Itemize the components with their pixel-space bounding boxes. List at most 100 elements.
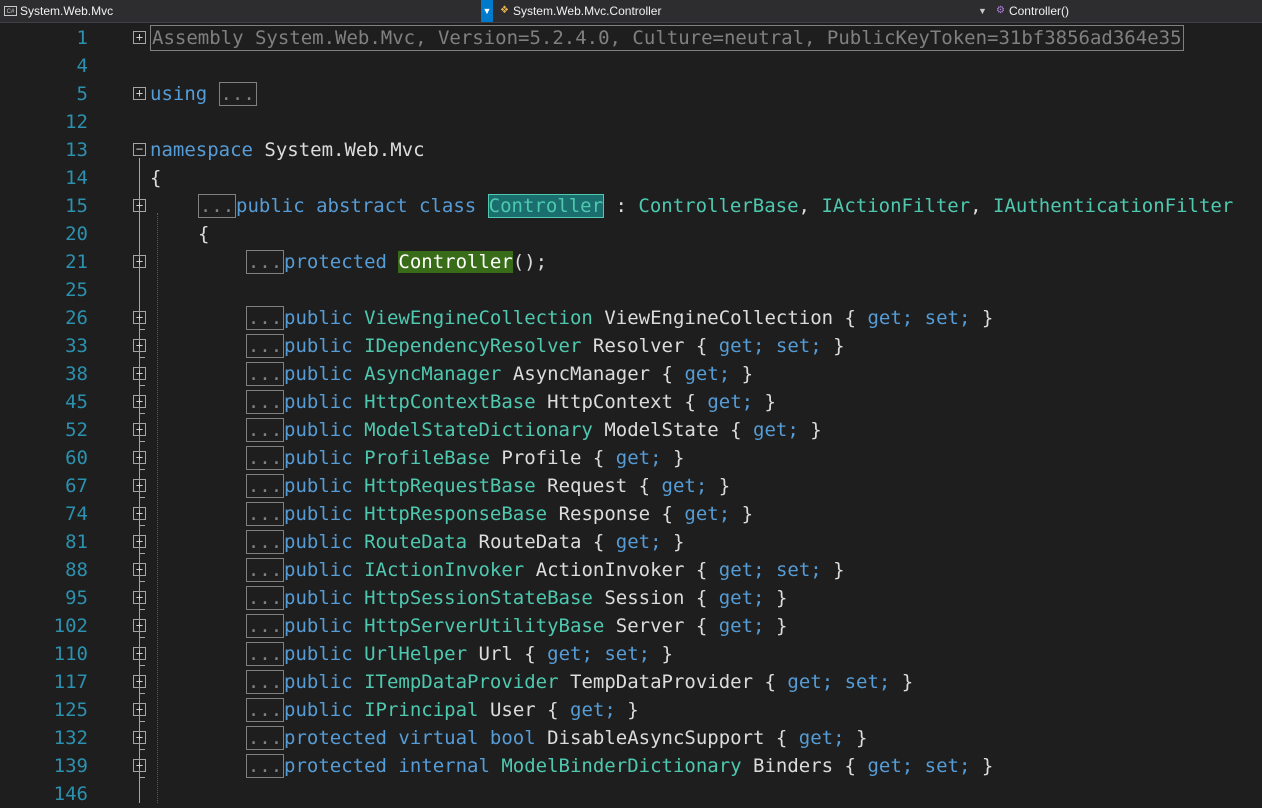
collapsed-doc-comment[interactable]: ... (246, 389, 284, 414)
member-name[interactable]: Session (604, 587, 684, 609)
collapsed-doc-comment[interactable]: ... (246, 697, 284, 722)
expand-icon[interactable]: + (133, 367, 146, 380)
expand-icon[interactable]: + (133, 507, 146, 520)
interface-name[interactable]: IActionFilter (821, 195, 970, 217)
member-name[interactable]: Response (559, 503, 651, 525)
expand-icon[interactable]: + (133, 199, 146, 212)
code-line: 132 + ...protected virtual bool DisableAsy… (0, 724, 1262, 752)
collapsed-doc-comment[interactable]: ... (246, 725, 284, 750)
member-type[interactable]: HttpSessionStateBase (364, 587, 593, 609)
project-dropdown[interactable]: C# System.Web.Mvc (4, 0, 113, 22)
line-number: 4 (76, 55, 88, 77)
member-name[interactable]: ActionInvoker (536, 559, 685, 581)
collapsed-doc-comment[interactable]: ... (246, 305, 284, 330)
expand-icon[interactable]: + (133, 675, 146, 688)
expand-icon[interactable]: + (133, 759, 146, 772)
accessors: get; set; (867, 755, 971, 777)
expand-icon[interactable]: + (133, 395, 146, 408)
expand-icon[interactable]: + (133, 451, 146, 464)
collapsed-doc-comment[interactable]: ... (246, 641, 284, 666)
member-name[interactable]: Url (479, 643, 513, 665)
collapsed-doc-comment[interactable]: ... (198, 193, 236, 218)
member-type[interactable]: RouteData (364, 531, 467, 553)
member-type[interactable]: ITempDataProvider (364, 671, 558, 693)
type-label: System.Web.Mvc.Controller (512, 4, 662, 18)
outline-tick (140, 693, 145, 694)
member-dropdown[interactable]: ⚙ Controller() (996, 0, 1069, 22)
member-type[interactable]: HttpRequestBase (364, 475, 536, 497)
collapsed-doc-comment[interactable]: ... (246, 417, 284, 442)
expand-icon[interactable]: + (133, 339, 146, 352)
expand-icon[interactable]: + (133, 423, 146, 436)
member-type[interactable]: HttpServerUtilityBase (364, 615, 604, 637)
type-dropdown[interactable]: ❖ System.Web.Mvc.Controller (500, 0, 661, 22)
expand-icon[interactable]: + (133, 31, 146, 44)
member-type[interactable]: UrlHelper (364, 643, 467, 665)
collapsed-doc-comment[interactable]: ... (246, 613, 284, 638)
collapsed-doc-comment[interactable]: ... (246, 473, 284, 498)
expand-icon[interactable]: + (133, 591, 146, 604)
expand-icon[interactable]: + (133, 311, 146, 324)
collapsed-doc-comment[interactable]: ... (246, 753, 284, 778)
member-name[interactable]: AsyncManager (513, 363, 650, 385)
member-type[interactable]: ModelStateDictionary (364, 419, 593, 441)
code-editor[interactable]: 1 + Assembly System.Web.Mvc, Version=5.2… (0, 23, 1262, 805)
member-name[interactable]: ViewEngineCollection (604, 307, 833, 329)
line-number: 15 (65, 195, 88, 217)
interface-name[interactable]: IAuthenticationFilter (993, 195, 1233, 217)
member-type[interactable]: ViewEngineCollection (364, 307, 593, 329)
member-name[interactable]: RouteData (479, 531, 582, 553)
chevron-down-icon[interactable]: ▼ (481, 0, 493, 22)
member-name[interactable]: User (490, 699, 536, 721)
collapsed-doc-comment[interactable]: ... (246, 361, 284, 386)
member-name[interactable]: Resolver (593, 335, 685, 357)
collapsed-doc-comment[interactable]: ... (246, 529, 284, 554)
line-number: 1 (76, 27, 88, 49)
expand-icon[interactable]: + (133, 563, 146, 576)
constructor-name[interactable]: Controller (398, 251, 513, 273)
expand-icon[interactable]: + (133, 535, 146, 548)
member-type[interactable]: IActionInvoker (364, 559, 524, 581)
expand-icon[interactable]: + (133, 479, 146, 492)
collapsed-usings[interactable]: ... (218, 81, 257, 106)
member-type[interactable]: HttpContextBase (364, 391, 536, 413)
collapsed-doc-comment[interactable]: ... (246, 249, 284, 274)
member-type[interactable]: HttpResponseBase (364, 503, 547, 525)
base-class[interactable]: ControllerBase (638, 195, 798, 217)
member-type[interactable]: IPrincipal (364, 699, 478, 721)
member-name[interactable]: Request (547, 475, 627, 497)
collapse-icon[interactable]: − (133, 143, 146, 156)
collapsed-doc-comment[interactable]: ... (246, 557, 284, 582)
expand-icon[interactable]: + (133, 703, 146, 716)
code-line: 125 + ...public IPrincipal User { get; } (0, 696, 1262, 724)
collapsed-doc-comment[interactable]: ... (246, 669, 284, 694)
member-type[interactable]: ModelBinderDictionary (501, 755, 741, 777)
expand-icon[interactable]: + (133, 619, 146, 632)
member-name[interactable]: HttpContext (547, 391, 673, 413)
member-name[interactable]: TempDataProvider (570, 671, 753, 693)
expand-icon[interactable]: + (133, 255, 146, 268)
collapsed-doc-comment[interactable]: ... (246, 445, 284, 470)
chevron-down-icon[interactable]: ▼ (978, 0, 987, 22)
expand-icon[interactable]: + (133, 87, 146, 100)
member-type[interactable]: ProfileBase (364, 447, 490, 469)
member-name[interactable]: Binders (753, 755, 833, 777)
class-name[interactable]: Controller (487, 194, 605, 218)
member-type[interactable]: IDependencyResolver (364, 335, 581, 357)
accessors: get; set; (547, 643, 651, 665)
collapsed-assembly-region[interactable]: Assembly System.Web.Mvc, Version=5.2.4.0… (150, 25, 1184, 51)
member-type[interactable]: AsyncManager (364, 363, 501, 385)
line-number: 20 (65, 223, 88, 245)
outline-tick (140, 413, 145, 414)
expand-icon[interactable]: + (133, 647, 146, 660)
line-number: 26 (65, 307, 88, 329)
member-modifiers: public (284, 643, 353, 665)
member-name[interactable]: Server (616, 615, 685, 637)
member-name[interactable]: DisableAsyncSupport (547, 727, 764, 749)
collapsed-doc-comment[interactable]: ... (246, 501, 284, 526)
member-name[interactable]: ModelState (604, 419, 718, 441)
member-name[interactable]: Profile (501, 447, 581, 469)
collapsed-doc-comment[interactable]: ... (246, 333, 284, 358)
collapsed-doc-comment[interactable]: ... (246, 585, 284, 610)
expand-icon[interactable]: + (133, 731, 146, 744)
